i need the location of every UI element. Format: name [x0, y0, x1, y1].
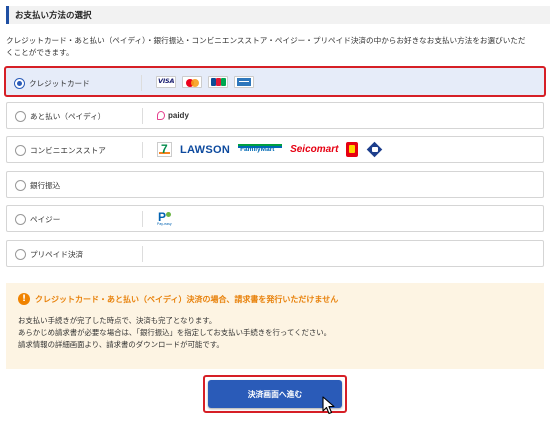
option-label-convenience-store: コンビニエンスストア [30, 146, 106, 155]
seicomart-logo: Seicomart [290, 144, 339, 155]
payment-option-paidy[interactable]: あと払い（ペイディ） paidy [6, 102, 544, 129]
payment-option-credit-card[interactable]: クレジットカード VISA [4, 66, 546, 97]
notice-line: あらかじめ請求書が必要な場合は、「銀行振込」を指定してお支払い手続きを行ってくだ… [18, 328, 332, 337]
notice-line: 請求情報の詳細画面より、請求書のダウンロードが可能です。 [18, 340, 224, 349]
radio-convenience-store[interactable] [15, 145, 26, 156]
notice-title: クレジットカード・あと払い（ペイディ）決済の場合、請求書を発行いただけません [35, 295, 339, 304]
intro-text: クレジットカード・あと払い（ペイディ）・銀行振込・コンビニエンスストア・ペイジー… [6, 35, 544, 59]
mouse-cursor-icon [322, 396, 335, 415]
option-label-credit-card: クレジットカード [29, 79, 90, 88]
divider [142, 211, 143, 227]
radio-bank-transfer[interactable] [15, 180, 26, 191]
radio-prepaid[interactable] [15, 249, 26, 260]
lawson-logo: LAWSON [180, 143, 231, 156]
familymart-text: FamilyMart [240, 145, 275, 153]
daily-yamazaki-logo [346, 142, 359, 157]
divider [142, 142, 143, 158]
option-label-paidy: あと払い（ペイディ） [30, 112, 106, 121]
convenience-store-logos: 7 LAWSON FamilyMart Seicomart [157, 137, 384, 162]
notice-body: お支払い手続きが完了した時点で、決済も完了となります。 あらかじめ請求書が必要な… [18, 315, 533, 351]
jcb-icon [208, 75, 228, 88]
divider [141, 75, 142, 91]
radio-paidy[interactable] [15, 111, 26, 122]
seven-eleven-mark: 7 [161, 142, 168, 156]
radio-credit-card[interactable] [14, 78, 25, 89]
option-label-prepaid: プリペイド決済 [30, 250, 84, 259]
paidy-logo-text: paidy [168, 111, 189, 120]
paidy-mark-icon [157, 111, 165, 120]
radio-payeasy[interactable] [15, 214, 26, 225]
seven-eleven-logo: 7 [157, 142, 172, 157]
payment-option-prepaid[interactable]: プリペイド決済 [6, 240, 544, 267]
notice-line: お支払い手続きが完了した時点で、決済も完了となります。 [18, 316, 217, 325]
invoice-notice: ! クレジットカード・あと払い（ペイディ）決済の場合、請求書を発行いただけません… [6, 283, 544, 369]
payment-option-payeasy[interactable]: ペイジー P Pay-easy [6, 205, 544, 232]
ministop-logo [366, 143, 384, 156]
card-brand-logos: VISA [156, 68, 254, 95]
divider [142, 108, 143, 124]
section-header: お支払い方法の選択 [6, 6, 550, 24]
option-label-payeasy: ペイジー [30, 215, 61, 224]
divider [142, 246, 143, 262]
familymart-logo: FamilyMart [238, 143, 283, 156]
payment-option-bank-transfer[interactable]: 銀行振込 [6, 171, 544, 198]
payeasy-logo: P Pay-easy [157, 209, 172, 226]
option-label-bank-transfer: 銀行振込 [30, 181, 61, 190]
paidy-logo: paidy [157, 103, 189, 128]
mastercard-icon [182, 75, 202, 88]
section-title: お支払い方法の選択 [15, 11, 92, 21]
payment-option-convenience-store[interactable]: コンビニエンスストア 7 LAWSON FamilyMart Seicomart [6, 136, 544, 163]
intro-line-2: くことができます。 [6, 48, 74, 57]
visa-icon: VISA [156, 75, 176, 88]
warning-icon: ! [18, 293, 30, 305]
amex-icon [234, 75, 254, 88]
intro-line-1: クレジットカード・あと払い（ペイディ）・銀行振込・コンビニエンスストア・ペイジー… [6, 36, 526, 45]
